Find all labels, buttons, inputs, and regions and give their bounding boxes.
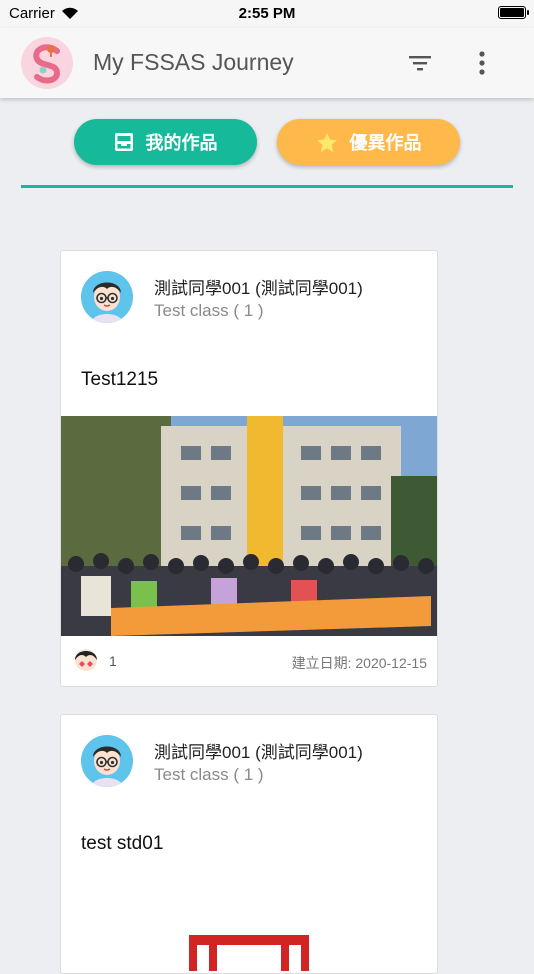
post-thumbnail-icon[interactable] [189, 931, 309, 971]
user-class: Test class ( 1 ) [154, 301, 264, 320]
status-bar: Carrier 2:55 PM [0, 0, 534, 28]
user-name: 測試同學001 (測試同學001) [154, 743, 363, 762]
more-options-button[interactable] [467, 48, 497, 78]
post-title: test std01 [81, 833, 164, 854]
status-time: 2:55 PM [238, 5, 296, 22]
app-bar: My FSSAS Journey [0, 28, 534, 98]
tab-excellent-works[interactable]: 優異作品 [277, 119, 460, 165]
filter-icon [409, 56, 431, 71]
tab-my-works-label: 我的作品 [145, 133, 218, 153]
app-logo-icon [21, 37, 73, 89]
user-name: 測試同學001 (測試同學001) [154, 279, 363, 298]
user-class: Test class ( 1 ) [154, 765, 264, 784]
like-emoji-icon [75, 649, 97, 671]
more-vert-icon [479, 51, 485, 75]
inbox-icon [114, 133, 133, 151]
user-avatar [81, 735, 133, 787]
created-date: 建立日期: 2020-12-15 [291, 655, 427, 671]
post-card[interactable]: 測試同學001 (測試同學001) Test class ( 1 ) test … [60, 714, 438, 974]
post-card[interactable]: 測試同學001 (測試同學001) Test class ( 1 ) Test1… [60, 250, 438, 687]
tab-excellent-works-label: 優異作品 [349, 133, 422, 153]
active-tab-indicator [21, 185, 513, 188]
post-title: Test1215 [81, 369, 159, 390]
filter-button[interactable] [404, 48, 436, 78]
app-title: My FSSAS Journey [93, 49, 294, 75]
tab-my-works[interactable]: 我的作品 [74, 119, 257, 165]
like-count: 1 [109, 653, 117, 669]
battery-icon [498, 6, 529, 19]
user-avatar [81, 271, 133, 323]
post-photo[interactable] [61, 416, 437, 636]
star-icon [316, 132, 337, 152]
